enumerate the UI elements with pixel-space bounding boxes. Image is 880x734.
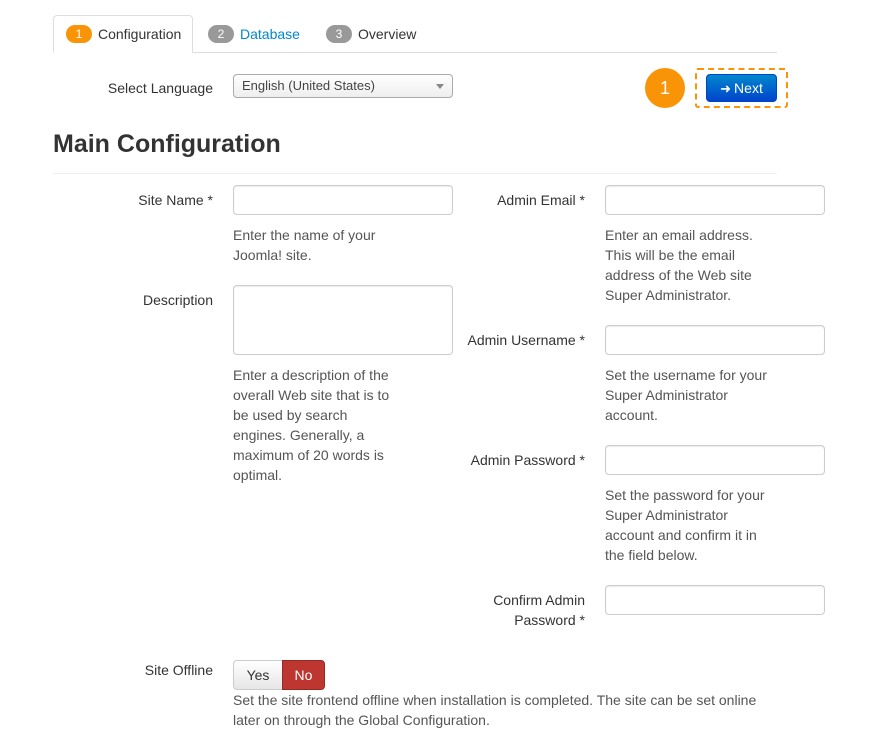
- tab-overview[interactable]: 3 Overview: [314, 15, 424, 53]
- site-offline-no-button[interactable]: No: [282, 660, 325, 690]
- site-name-help: Enter the name of your Joomla! site.: [233, 225, 453, 265]
- language-select-value: English (United States): [242, 78, 375, 93]
- site-name-input[interactable]: [233, 185, 453, 215]
- tab-label: Database: [240, 26, 300, 42]
- select-language-label: Select Language: [107, 80, 213, 96]
- next-button-label: Next: [734, 80, 763, 96]
- admin-email-help: Enter an email address. This will be the…: [605, 225, 825, 305]
- label-line: Password *: [514, 612, 585, 628]
- help-line: account.: [605, 407, 658, 423]
- help-line: Joomla! site.: [233, 247, 312, 263]
- help-line: Enter a description of the: [233, 367, 389, 383]
- description-label: Description: [142, 292, 213, 308]
- help-line: Set the password for your: [605, 487, 765, 503]
- help-line: engines. Generally, a: [233, 427, 365, 443]
- help-line: Enter an email address.: [605, 227, 753, 243]
- site-offline-yes-button[interactable]: Yes: [233, 660, 282, 690]
- help-line: Set the username for your: [605, 367, 767, 383]
- help-line: the field below.: [605, 547, 698, 563]
- heading-divider: [53, 173, 777, 174]
- site-offline-toggle: Yes No: [233, 660, 325, 690]
- help-line: maximum of 20 words is: [233, 447, 384, 463]
- next-button[interactable]: ➜ Next: [706, 74, 777, 102]
- admin-username-help: Set the username for your Super Administ…: [605, 365, 825, 425]
- help-line: Super Administrator.: [605, 287, 732, 303]
- help-line: later on through the Global Configuratio…: [233, 712, 490, 728]
- confirm-password-input[interactable]: [605, 585, 825, 615]
- help-line: Enter the name of your: [233, 227, 376, 243]
- tab-label: Configuration: [98, 26, 182, 42]
- help-line: Super Administrator: [605, 507, 728, 523]
- help-line: account and confirm it in: [605, 527, 757, 543]
- step-marker: 1: [645, 68, 685, 108]
- site-offline-help: Set the site frontend offline when insta…: [233, 690, 833, 730]
- admin-username-input[interactable]: [605, 325, 825, 355]
- caret-down-icon: [436, 84, 444, 89]
- help-line: optimal.: [233, 467, 283, 483]
- arrow-right-icon: ➜: [720, 81, 732, 96]
- language-select[interactable]: English (United States): [233, 74, 453, 98]
- admin-password-label: Admin Password *: [470, 452, 585, 468]
- admin-password-help: Set the password for your Super Administ…: [605, 485, 825, 565]
- description-textarea[interactable]: [233, 285, 453, 355]
- help-line: Super Administrator: [605, 387, 728, 403]
- tab-number-badge: 2: [208, 25, 234, 43]
- description-help: Enter a description of the overall Web s…: [233, 365, 453, 485]
- help-line: This will be the email: [605, 247, 735, 263]
- help-line: be used by search: [233, 407, 348, 423]
- help-line: overall Web site that is to: [233, 387, 390, 403]
- confirm-password-label: Confirm Admin Password *: [430, 590, 585, 630]
- admin-password-input[interactable]: [605, 445, 825, 475]
- admin-email-input[interactable]: [605, 185, 825, 215]
- label-line: Confirm Admin: [493, 592, 585, 608]
- tab-number-badge: 1: [66, 25, 92, 43]
- tab-label: Overview: [358, 26, 417, 42]
- tab-configuration[interactable]: 1 Configuration: [53, 15, 193, 53]
- help-line: Set the site frontend offline when insta…: [233, 692, 757, 708]
- tab-number-badge: 3: [326, 25, 352, 43]
- page-title: Main Configuration: [53, 130, 281, 158]
- admin-email-label: Admin Email *: [497, 192, 585, 208]
- site-offline-label: Site Offline: [144, 662, 213, 678]
- tab-database[interactable]: 2 Database: [196, 15, 311, 53]
- site-name-label: Site Name *: [138, 192, 213, 208]
- help-line: address of the Web site: [605, 267, 752, 283]
- admin-username-label: Admin Username *: [467, 332, 586, 348]
